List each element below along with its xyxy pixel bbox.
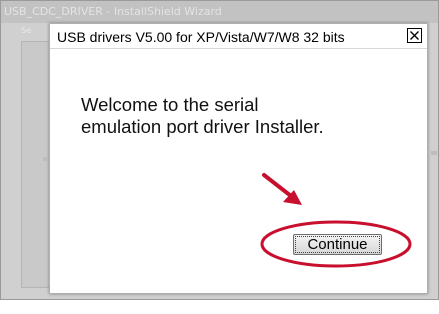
driver-installer-dialog: USB drivers V5.00 for XP/Vista/W7/W8 32 … bbox=[49, 23, 428, 294]
background-window-title: USB_CDC_DRIVER - InstallShield Wizard bbox=[4, 5, 222, 18]
welcome-line-2: emulation port driver Installer. bbox=[81, 116, 324, 137]
welcome-message: Welcome to the serial emulation port dri… bbox=[81, 94, 401, 138]
background-titlebar: USB_CDC_DRIVER - InstallShield Wizard bbox=[1, 1, 438, 23]
background-edge-mark-left bbox=[43, 157, 47, 161]
background-edge-mark bbox=[431, 151, 437, 155]
continue-button[interactable]: Continue bbox=[293, 234, 382, 255]
background-subtitle: Se bbox=[21, 26, 31, 35]
welcome-line-1: Welcome to the serial bbox=[81, 94, 259, 115]
dialog-title: USB drivers V5.00 for XP/Vista/W7/W8 32 … bbox=[57, 29, 345, 45]
close-icon[interactable] bbox=[407, 28, 422, 43]
title-divider bbox=[50, 48, 427, 49]
